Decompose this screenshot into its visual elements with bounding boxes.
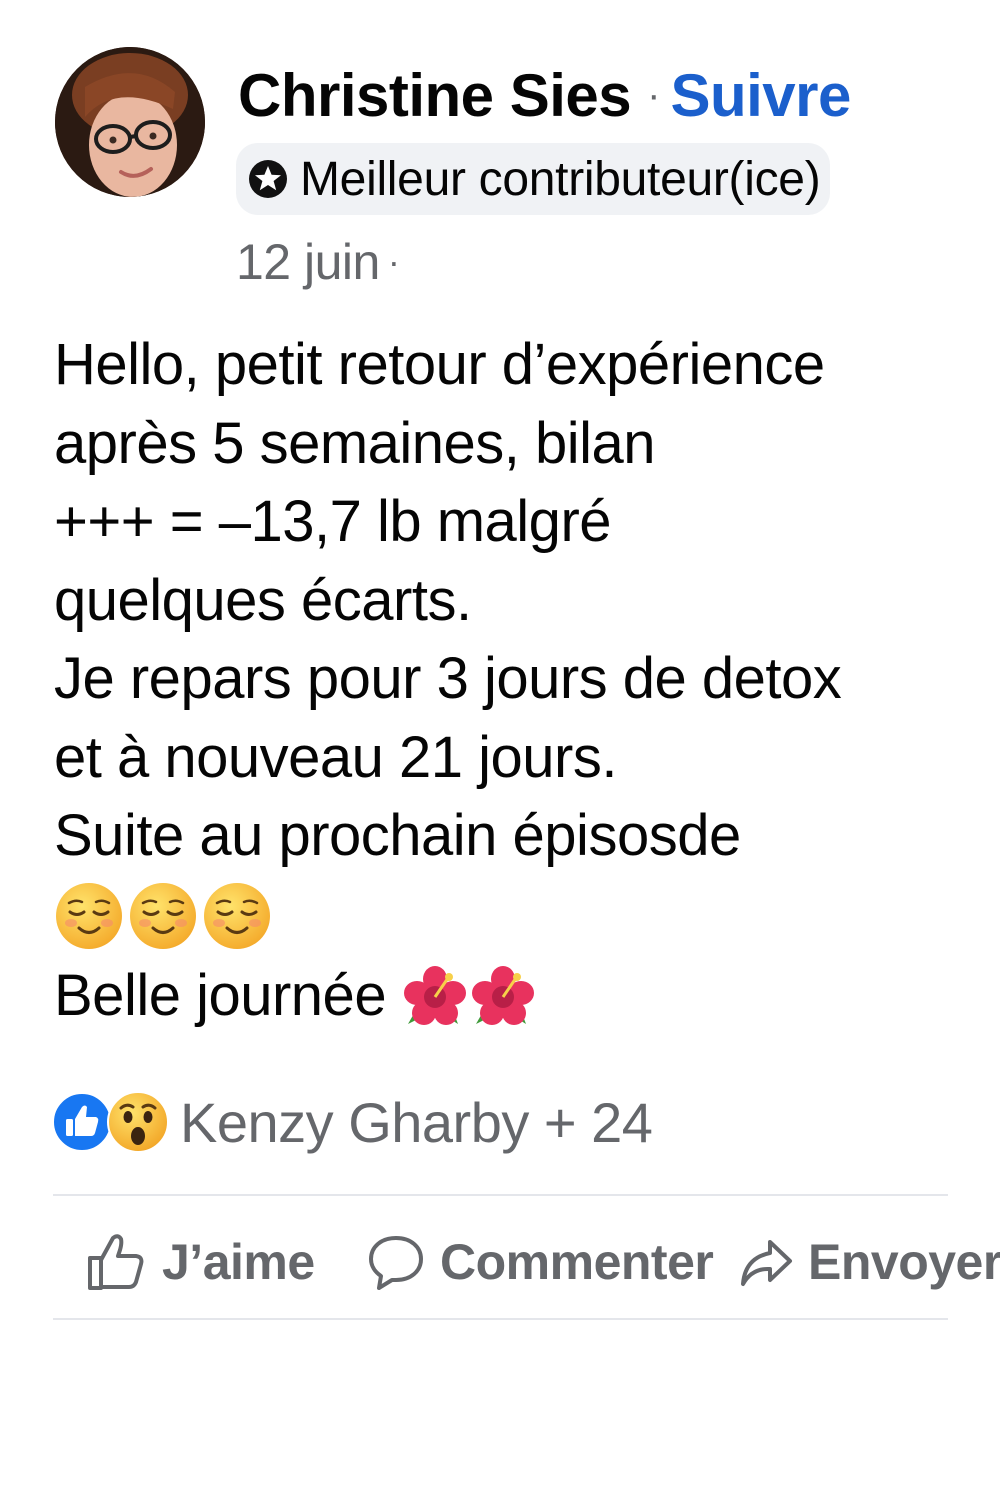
avatar-photo — [55, 47, 205, 197]
post-text-line: après 5 semaines, bilan — [54, 410, 656, 476]
author-avatar[interactable] — [55, 47, 205, 197]
share-label: Envoyer — [808, 1234, 1000, 1290]
post-text-line: +++ = –13,7 lb malgré — [54, 489, 612, 554]
like-reaction-icon — [52, 1092, 112, 1152]
share-arrow-icon — [741, 1240, 792, 1286]
like-button[interactable]: J’aime — [84, 1222, 315, 1302]
post-text-line: quelques écarts. — [54, 567, 472, 633]
hibiscus-emoji — [404, 965, 467, 1025]
author-name[interactable]: Christine Sies — [238, 61, 632, 130]
post-closing-line: Belle journée — [54, 956, 984, 1038]
reaction-icons — [52, 1090, 172, 1154]
comment-label: Commenter — [440, 1234, 714, 1290]
closing-text: Belle journée — [54, 963, 387, 1029]
comment-button[interactable]: Commenter — [366, 1222, 714, 1302]
badge-label: Meilleur contributeur(ice) — [300, 152, 821, 206]
actions-divider-bottom — [53, 1318, 948, 1320]
post-body: Hello, petit retour d’expérience après 5… — [54, 326, 984, 1038]
top-contributor-badge[interactable]: Meilleur contributeur(ice) — [236, 143, 831, 215]
wow-reaction-icon — [107, 1091, 169, 1153]
follow-button[interactable]: Suivre — [670, 61, 851, 130]
post-text-line: et à nouveau 21 jours. — [54, 724, 617, 790]
relieved-face-emoji — [204, 882, 270, 949]
reactions-summary-row[interactable]: Kenzy Gharby + 24 — [52, 1090, 653, 1155]
actions-divider-top — [53, 1194, 948, 1196]
hibiscus-emoji — [472, 965, 535, 1025]
badge-star-icon — [249, 160, 287, 198]
post-text-line: Suite au prochain épisosde — [54, 803, 741, 868]
share-button[interactable]: Envoyer — [738, 1222, 1000, 1302]
post-actions-bar: J’aime Commenter Envoyer — [0, 1222, 1000, 1302]
comment-bubble-icon — [369, 1236, 423, 1290]
thumbs-up-icon — [88, 1234, 144, 1290]
post-date[interactable]: 12 juin — [236, 233, 380, 291]
post-meta: 12 juin · — [236, 230, 400, 294]
relieved-face-emoji — [56, 882, 122, 949]
post-header-title-row: Christine Sies · Suivre — [238, 60, 851, 130]
relieved-face-emoji — [130, 882, 196, 949]
meta-separator: · — [387, 241, 400, 282]
post-text-line: Je repars pour 3 jours de detox — [54, 646, 842, 711]
post-text-line: Hello, petit retour d’expérience — [54, 332, 825, 397]
closing-emojis — [400, 964, 536, 1030]
like-label: J’aime — [162, 1234, 315, 1290]
emoji-line — [54, 876, 984, 956]
reactions-summary-text[interactable]: Kenzy Gharby + 24 — [180, 1090, 653, 1155]
title-separator: · — [647, 72, 661, 117]
